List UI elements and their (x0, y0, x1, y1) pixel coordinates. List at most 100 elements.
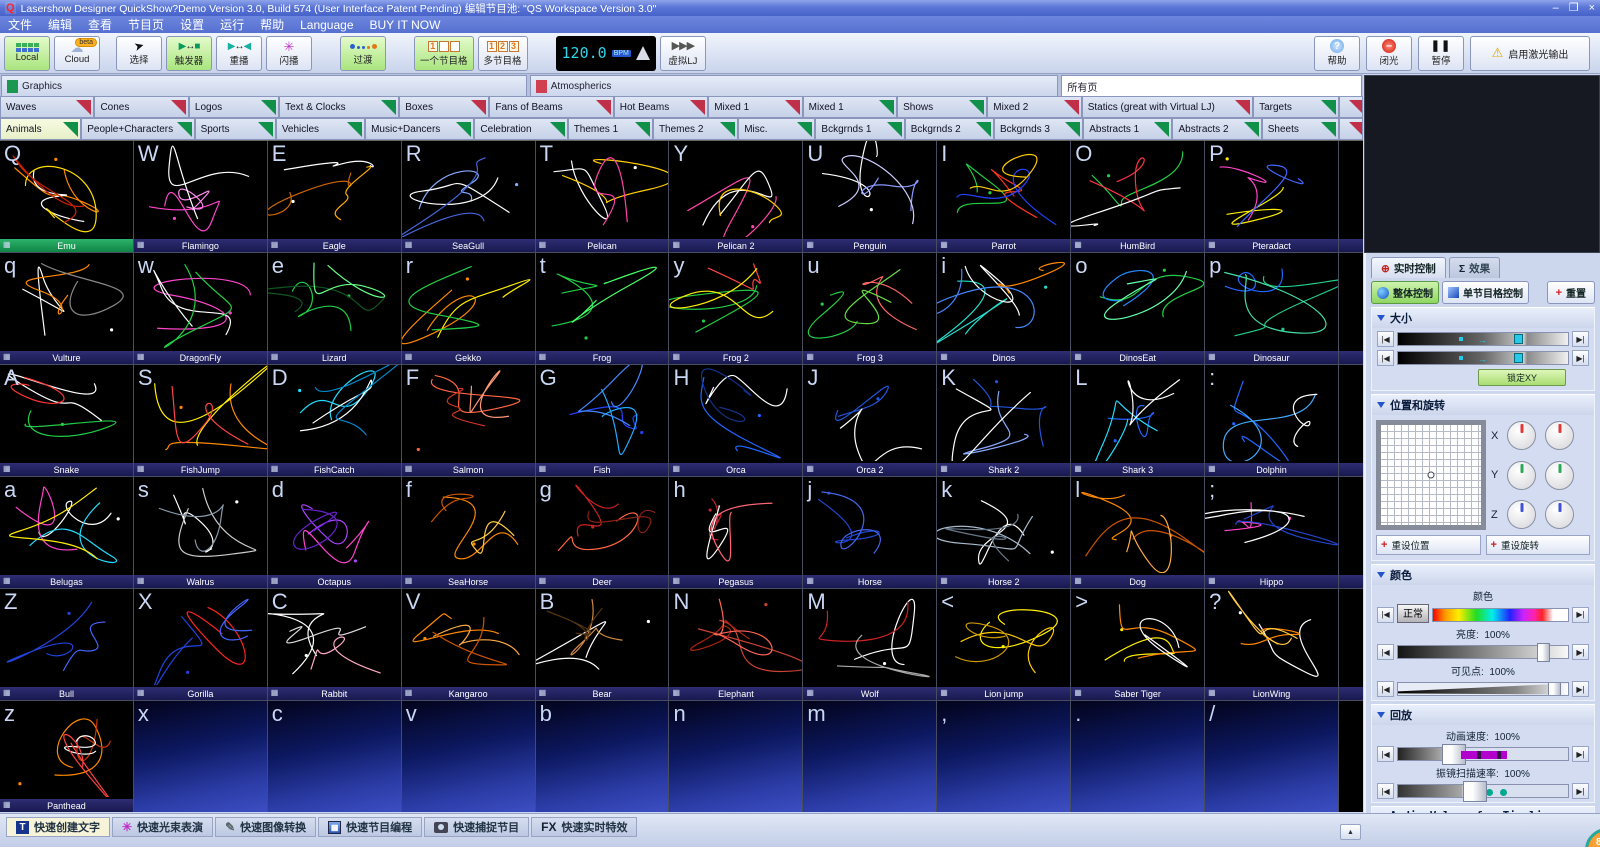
slider-min-button[interactable]: |◀ (1377, 746, 1394, 762)
grid-cell-deer[interactable]: g▦Deer (536, 477, 669, 588)
slider-min-button[interactable]: |◀ (1377, 644, 1394, 660)
grid-cell-lion-jump[interactable]: <▦Lion jump (937, 589, 1070, 700)
slider-min-button[interactable]: |◀ (1377, 783, 1394, 799)
menu-item-item-6[interactable]: 帮助 (252, 16, 292, 33)
grid-cell-empty-n[interactable]: n (669, 701, 802, 812)
help-button[interactable]: ? 帮助 (1314, 36, 1360, 71)
category-tab-people-characters[interactable]: People+Characters (81, 118, 194, 140)
grid-cell-horse[interactable]: j▦Horse (803, 477, 936, 588)
reset-button[interactable]: + 重置 (1547, 281, 1595, 304)
grid-cell-fish[interactable]: G▦Fish (536, 365, 669, 476)
category-tab-hot-beams[interactable]: Hot Beams (614, 96, 708, 118)
category-tab-waves[interactable]: Waves (0, 96, 94, 118)
slider-max-button[interactable]: ▶| (1572, 783, 1589, 799)
slider-max-button[interactable]: ▶| (1572, 331, 1589, 347)
grid-cell-snake[interactable]: A▦Snake (0, 365, 133, 476)
grid-cell-dinos[interactable]: i▦Dinos (937, 253, 1070, 364)
brightness-slider[interactable]: |◀ ▶| (1377, 644, 1589, 660)
category-tab-fans-of-beams[interactable]: Fans of Beams (489, 96, 613, 118)
tab-effects[interactable]: Σ 效果 (1449, 257, 1500, 278)
slider-min-button[interactable]: |◀ (1377, 350, 1394, 366)
slider-handle[interactable] (1537, 643, 1550, 662)
y-position-knob[interactable] (1507, 461, 1536, 490)
grid-cell-empty-item-7[interactable]: , (937, 701, 1070, 812)
grid-cell-empty-b[interactable]: b (536, 701, 669, 812)
slider-handle[interactable] (1463, 781, 1487, 802)
grid-cell-belugas[interactable]: a▦Belugas (0, 477, 133, 588)
position-section-header[interactable]: 位置和旋转 (1372, 395, 1594, 415)
grid-cell-flamingo[interactable]: W▦Flamingo (134, 141, 267, 252)
grid-cell-dinoseat[interactable]: o▦DinosEat (1071, 253, 1204, 364)
grid-cell-dragonfly[interactable]: w▦DragonFly (134, 253, 267, 364)
grid-cell-kangaroo[interactable]: V▦Kangaroo (402, 589, 535, 700)
flash-button[interactable]: ✳ 闪播 (266, 36, 312, 71)
slider-min-button[interactable]: |◀ (1377, 331, 1394, 347)
local-button[interactable]: Local (4, 36, 50, 71)
category-tab-bckgrnds-2[interactable]: Bckgrnds 2 (905, 118, 994, 140)
tab-live-control[interactable]: ⊕ 实时控制 (1371, 257, 1446, 278)
category-tab-mixed-1[interactable]: Mixed 1 (803, 96, 897, 118)
slider-handle[interactable] (1442, 744, 1466, 765)
category-tab-boxes[interactable]: Boxes (399, 96, 489, 118)
quick-tab-item-3[interactable]: ▦快速节目编程 (318, 817, 422, 837)
grid-cell-dinosaur[interactable]: p▦Dinosaur (1205, 253, 1338, 364)
grid-cell-hippo[interactable]: ;▦Hippo (1205, 477, 1338, 588)
grid-cell-parrot[interactable]: I▦Parrot (937, 141, 1070, 252)
menu-item-item-3[interactable]: 节目页 (120, 16, 172, 33)
bpm-display[interactable]: 120.0 BPM (556, 36, 656, 71)
position-marker[interactable] (1428, 472, 1435, 479)
grid-cell-empty-c[interactable]: c (268, 701, 401, 812)
menu-item-item-5[interactable]: 运行 (212, 16, 252, 33)
category-tab-shows[interactable]: Shows (897, 96, 987, 118)
slider-handle[interactable] (1514, 353, 1523, 363)
grid-cell-orca[interactable]: H▦Orca (669, 365, 802, 476)
category-tab-bckgrnds-1[interactable]: Bckgrnds 1 (815, 118, 904, 140)
menu-item-item-1[interactable]: 编辑 (40, 16, 80, 33)
slider-min-button[interactable]: |◀ (1377, 681, 1394, 697)
reset-position-button[interactable]: + 重设位置 (1376, 535, 1481, 555)
reset-rotation-button[interactable]: + 重设旋转 (1486, 535, 1591, 555)
enable-laser-output-button[interactable]: ⚠ 启用激光输出 (1470, 36, 1590, 71)
color-slider[interactable]: |◀ 正常 ▶| (1377, 606, 1589, 623)
menu-item-item-2[interactable]: 查看 (80, 16, 120, 33)
animation-speed-slider[interactable]: |◀ ▶| (1377, 746, 1589, 762)
playback-section-header[interactable]: 回放 (1372, 705, 1594, 725)
category-tab-sports[interactable]: Sports (195, 118, 276, 140)
grid-cell-dolphin[interactable]: :▦Dolphin (1205, 365, 1338, 476)
menu-item-item-0[interactable]: 文件 (0, 16, 40, 33)
grid-cell-pteradact[interactable]: P▦Pteradact (1205, 141, 1338, 252)
grid-cell-fishcatch[interactable]: D▦FishCatch (268, 365, 401, 476)
grid-cell-empty-item-9[interactable]: / (1205, 701, 1338, 812)
quick-tab-item-2[interactable]: ✎快速图像转换 (215, 817, 316, 837)
cloud-button[interactable]: beta ☁ Cloud (54, 36, 100, 71)
color-section-header[interactable]: 颜色 (1372, 565, 1594, 585)
category-tab-misc[interactable]: Misc. (738, 118, 815, 140)
category-tab-targets[interactable]: Targets (1253, 96, 1339, 118)
color-mode-button[interactable]: 正常 (1397, 604, 1429, 623)
quick-tab-item-5[interactable]: FX快速实时特效 (531, 817, 637, 837)
grid-cell-octapus[interactable]: d▦Octapus (268, 477, 401, 588)
slider-max-button[interactable]: ▶| (1572, 350, 1589, 366)
category-tab-text-clocks[interactable]: Text & Clocks (279, 96, 399, 118)
toggle-button[interactable]: ▶↔■ 触发器 (166, 36, 212, 71)
single-cue-control-button[interactable]: 单节目格控制 (1442, 281, 1529, 304)
category-tab-cones[interactable]: Cones (94, 96, 188, 118)
grid-cell-panthead[interactable]: z▦Panthead (0, 701, 133, 812)
size-y-slider[interactable]: |◀ → ▶| (1377, 350, 1589, 366)
slider-max-button[interactable]: ▶| (1572, 746, 1589, 762)
slider-max-button[interactable]: ▶| (1572, 644, 1589, 660)
menu-item-buy-it-now[interactable]: BUY IT NOW (362, 16, 449, 33)
grid-cell-saber-tiger[interactable]: >▦Saber Tiger (1071, 589, 1204, 700)
category-tab-music-dancers[interactable]: Music+Dancers (365, 118, 474, 140)
z-position-knob[interactable] (1507, 500, 1536, 529)
pause-button[interactable]: ❚❚ 暂停 (1418, 36, 1464, 71)
grid-cell-orca-2[interactable]: J▦Orca 2 (803, 365, 936, 476)
grid-cell-frog-3[interactable]: u▦Frog 3 (803, 253, 936, 364)
scan-rate-slider[interactable]: |◀ ▶| (1377, 783, 1589, 799)
slider-min-button[interactable]: |◀ (1377, 607, 1394, 623)
grid-cell-seahorse[interactable]: f▦SeaHorse (402, 477, 535, 588)
restart-button[interactable]: ▶↔◀ 重播 (216, 36, 262, 71)
grid-cell-seagull[interactable]: R▦SeaGull (402, 141, 535, 252)
grid-cell-dog[interactable]: l▦Dog (1071, 477, 1204, 588)
one-cue-button[interactable]: 1.. 一个节目格 (414, 36, 474, 71)
